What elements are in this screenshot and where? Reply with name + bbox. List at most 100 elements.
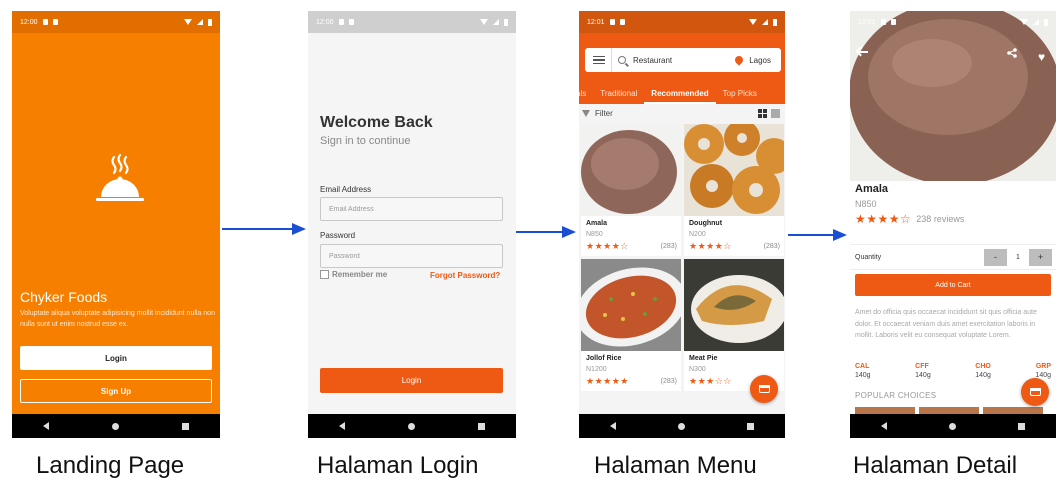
home-nav-icon[interactable] — [111, 422, 119, 430]
filter-label[interactable]: Filter — [595, 109, 758, 118]
android-nav-bar — [579, 414, 785, 438]
food-card-jollof-rice[interactable]: Jollof Rice N1200 ★★★★★ (283) — [581, 259, 681, 391]
nutrition-item: GRP 140g — [1035, 363, 1051, 379]
home-nav-icon[interactable] — [949, 422, 956, 430]
tab-traditional[interactable]: Traditional — [593, 83, 644, 104]
sign-up-button[interactable]: Sign Up — [20, 379, 212, 403]
recent-apps-icon[interactable] — [747, 422, 754, 430]
status-bar: 12:00 — [308, 11, 516, 33]
back-nav-icon[interactable] — [881, 422, 887, 430]
nutrition-label: CHO — [975, 363, 991, 370]
password-field[interactable] — [320, 244, 503, 268]
email-field[interactable] — [320, 197, 503, 221]
back-nav-icon[interactable] — [339, 422, 346, 430]
star-rating: ★★★★☆ — [586, 241, 629, 251]
review-count[interactable]: 238 reviews — [916, 214, 964, 224]
flow-arrow — [788, 229, 847, 241]
cart-icon — [1029, 388, 1041, 396]
nutrition-value: 140g — [855, 372, 871, 379]
recent-apps-icon[interactable] — [477, 422, 485, 430]
forgot-password-link[interactable]: Forgot Password? — [430, 271, 500, 280]
battery-icon — [773, 18, 777, 26]
list-view-icon[interactable] — [771, 108, 780, 118]
quantity-increase-button[interactable]: + — [1029, 248, 1052, 266]
home-nav-icon[interactable] — [407, 422, 415, 430]
food-price: N200 — [689, 231, 706, 238]
caption-landing: Landing Page — [36, 452, 185, 479]
back-nav-icon[interactable] — [43, 422, 50, 430]
favorite-heart-icon[interactable]: ♥ — [1038, 50, 1045, 64]
cart-button[interactable] — [1021, 378, 1049, 406]
app-title: Chyker Foods — [20, 289, 108, 305]
food-image — [581, 259, 681, 351]
quantity-decrease-button[interactable]: - — [984, 248, 1007, 266]
tab-top-picks[interactable]: Top Picks — [716, 83, 764, 104]
remember-me-checkbox[interactable] — [320, 270, 329, 279]
remember-me[interactable]: Remember me — [320, 270, 387, 279]
login-button[interactable]: Login — [20, 346, 212, 370]
cart-icon — [758, 385, 770, 393]
detail-screen: 12:01 ♥ Amala N850 ★★★★☆ 238 reviews Qua… — [850, 11, 1056, 438]
nutrition-item: CHO 140g — [975, 363, 991, 379]
flow-arrow — [222, 223, 306, 235]
signal-icon — [493, 19, 499, 25]
login-subtitle: Sign in to continue — [320, 135, 411, 147]
cloche-icon — [96, 153, 144, 201]
rating-count: (283) — [660, 378, 677, 385]
search-icon — [618, 56, 626, 64]
recent-apps-icon[interactable] — [1018, 422, 1025, 430]
share-icon[interactable] — [1007, 48, 1017, 58]
tab-recommended[interactable]: Recommended — [644, 83, 716, 104]
status-bar: 12:01 — [579, 11, 785, 33]
add-to-cart-button[interactable]: Add to Cart — [855, 274, 1051, 296]
hamburger-menu-icon[interactable] — [593, 54, 605, 67]
filter-bar: Filter — [579, 104, 785, 122]
notification-icon — [890, 19, 896, 25]
rating-count: (283) — [660, 243, 677, 250]
location-selector[interactable]: Lagos — [749, 56, 771, 65]
search-input[interactable]: Restaurant — [633, 56, 735, 65]
login-button[interactable]: Login — [320, 368, 503, 393]
signal-icon — [762, 19, 768, 25]
grid-view-icon[interactable] — [758, 108, 767, 118]
quantity-row: Quantity - 1 + — [850, 244, 1056, 270]
settings-icon — [338, 19, 344, 25]
star-rating: ★★★★★ — [586, 376, 629, 386]
settings-icon — [609, 19, 615, 25]
food-name: Meat Pie — [689, 355, 718, 362]
settings-icon — [880, 19, 886, 25]
nutrition-value: 140g — [915, 372, 931, 379]
menu-header: Restaurant Lagos als Traditional Recomme… — [579, 33, 785, 104]
food-title: Amala — [855, 183, 889, 195]
status-bar: 12:01 — [850, 11, 1056, 33]
nutrition-label: CAL — [855, 363, 870, 370]
food-price: N300 — [689, 366, 706, 373]
back-nav-icon[interactable] — [610, 422, 616, 430]
back-arrow-icon[interactable] — [858, 51, 868, 53]
filter-icon[interactable] — [582, 109, 590, 117]
food-card-doughnut[interactable]: Doughnut N200 ★★★★☆ (283) — [684, 124, 784, 256]
home-nav-icon[interactable] — [678, 422, 685, 430]
food-price: N850 — [855, 199, 877, 209]
wifi-icon — [749, 19, 757, 25]
cart-button[interactable] — [750, 375, 778, 403]
food-price: N1200 — [586, 366, 607, 373]
tab-meals[interactable]: als — [579, 83, 593, 104]
nutrition-item: CAL 140g — [855, 363, 871, 379]
nutrition-label: GRP — [1035, 363, 1051, 370]
password-label: Password — [320, 231, 356, 240]
food-image — [581, 124, 681, 216]
food-price: N850 — [586, 231, 603, 238]
status-time: 12:01 — [858, 18, 876, 26]
caption-detail: Halaman Detail — [853, 452, 1018, 479]
search-bar[interactable]: Restaurant Lagos — [585, 48, 781, 72]
food-hero-image — [850, 11, 1056, 181]
battery-icon — [208, 18, 212, 26]
food-card-meat-pie[interactable]: Meat Pie N300 ★★★☆☆ — [684, 259, 784, 391]
food-card-amala[interactable]: Amala N850 ★★★★☆ (283) — [581, 124, 681, 256]
android-nav-bar — [308, 414, 516, 438]
notification-icon — [619, 19, 625, 25]
login-title: Welcome Back — [320, 114, 433, 131]
caption-menu: Halaman Menu — [594, 452, 757, 479]
recent-apps-icon[interactable] — [181, 422, 189, 430]
